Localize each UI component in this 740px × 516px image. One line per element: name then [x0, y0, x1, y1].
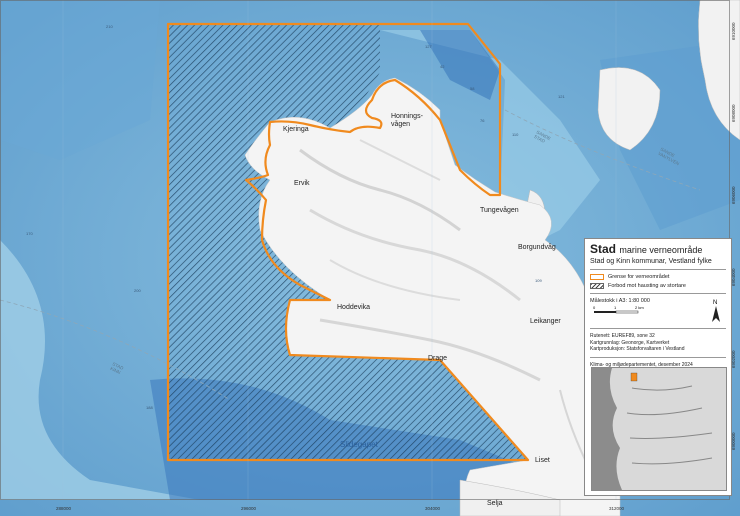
svg-text:N: N — [713, 300, 717, 306]
hatch-swatch — [590, 283, 604, 289]
svg-text:170: 170 — [26, 231, 33, 236]
svg-text:210: 210 — [106, 24, 113, 29]
north-arrow-icon: N — [712, 300, 720, 322]
y-tick-label: 6910000 — [731, 22, 736, 40]
place-label-kjeringa: Kjeringa — [283, 126, 309, 133]
svg-text:0: 0 — [593, 305, 596, 310]
svg-text:127: 127 — [425, 44, 432, 49]
place-label-borgundvag: Borgundvåg — [518, 243, 556, 251]
x-tick-label: 312000 — [609, 506, 625, 511]
inset-location-marker — [630, 372, 638, 382]
credits: Rutenett: EUREF89, sone 32 Kartgrunnlag:… — [590, 333, 685, 352]
y-tick-label: 6908000 — [731, 104, 736, 122]
svg-text:109: 109 — [535, 278, 542, 283]
map-legend: Stad marine verneområde Stad og Kinn kom… — [584, 238, 732, 496]
place-label-drage: Drage — [428, 355, 447, 362]
svg-text:42: 42 — [440, 64, 445, 69]
x-tick-label: 288000 — [56, 506, 72, 511]
svg-text:2 km: 2 km — [635, 305, 644, 310]
x-tick-label: 304000 — [425, 506, 441, 511]
svg-text:200: 200 — [134, 288, 141, 293]
place-label-tungevagen: Tungevågen — [480, 206, 519, 214]
place-label-selja: Selja — [487, 500, 503, 507]
place-label-ervik: Ervik — [294, 180, 310, 187]
svg-text:188: 188 — [146, 405, 153, 410]
y-tick-label: 6906000 — [731, 186, 736, 204]
svg-text:76: 76 — [480, 118, 485, 123]
legend-title: Stad marine verneområde — [590, 242, 703, 256]
svg-text:110: 110 — [512, 132, 519, 137]
overview-inset-map — [591, 367, 727, 491]
legend-item-hatch: Forbod mot hausting av stortare — [590, 283, 726, 289]
x-tick-label: 296000 — [241, 506, 257, 511]
place-label-liset: Liset — [535, 457, 550, 464]
scale-row: Målestokk i A3: 1:80 000 0 1 2 km N — [590, 298, 726, 324]
place-label-hoddevika: Hoddevika — [337, 304, 370, 311]
svg-text:1: 1 — [614, 305, 617, 310]
orange-outline-swatch — [590, 274, 604, 280]
svg-text:121: 121 — [558, 94, 565, 99]
scale-bar: 0 1 2 km — [593, 305, 644, 314]
legend-subtitle: Stad og Kinn kommunar, Vestland fylke — [590, 258, 712, 265]
map-frame: 127 42 58 76 110 121 109 188 200 170 210 Kjering… — [0, 0, 740, 516]
place-label-leikanger: Leikanger — [530, 318, 561, 325]
svg-text:58: 58 — [470, 86, 475, 91]
sea-label-slidegapet: Slidegapet — [340, 440, 379, 449]
legend-item-border: Grense for verneområdet — [590, 274, 726, 280]
